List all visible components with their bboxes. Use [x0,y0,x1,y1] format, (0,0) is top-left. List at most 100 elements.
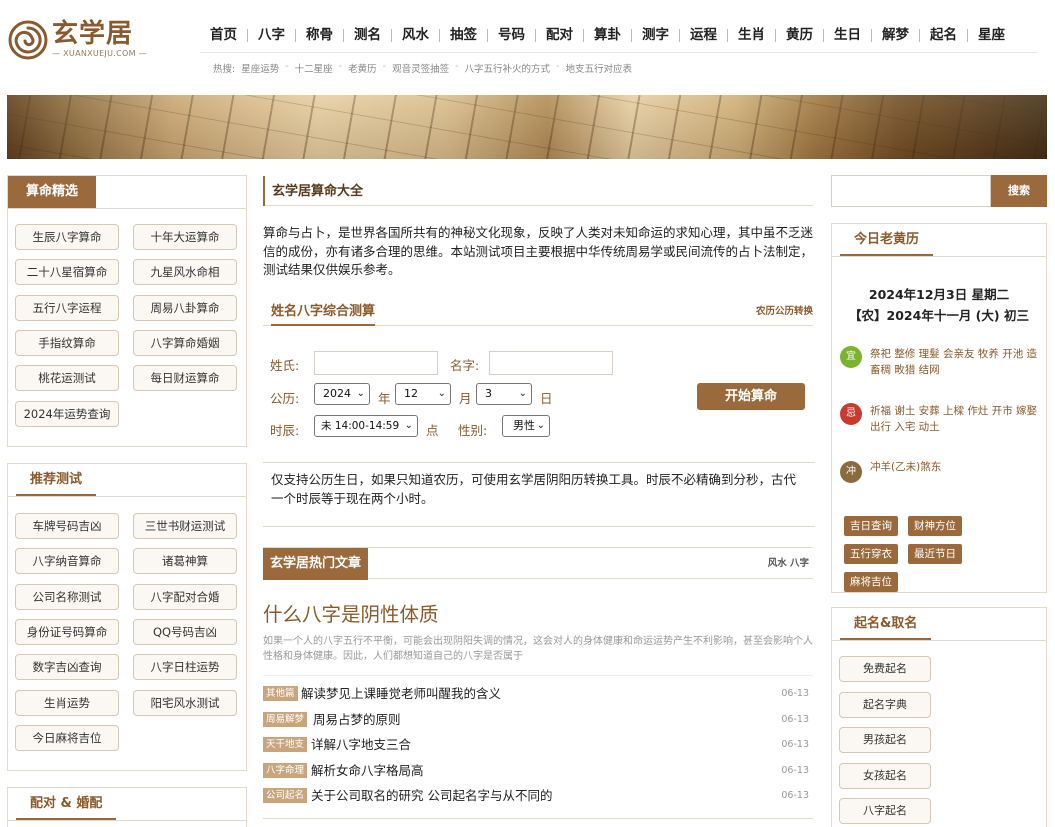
fortune-tool-button[interactable]: 今日麻将吉位 [15,724,119,751]
fortune-tool-button[interactable]: 八字纳音算命 [15,548,119,575]
matching-panel: 配对 & 婚配 [7,787,247,827]
chevron-down-icon: ⌄ [356,388,365,399]
hot-search-link[interactable]: 十二星座 [295,61,333,75]
given-name-input[interactable] [489,351,613,375]
almanac-tool-tag[interactable]: 麻将吉位 [844,572,898,592]
article-category-tag[interactable]: 周易解梦 [263,711,308,727]
fortune-tool-button[interactable]: 2024年运势查询 [15,400,119,427]
nav-item[interactable]: 星座 [968,20,1015,50]
fortune-tool-button[interactable]: 桃花运测试 [15,365,119,392]
fortune-tool-button[interactable]: 十年大运算命 [133,224,237,250]
nav-item[interactable]: 风水 [392,20,439,50]
naming-title: 起名&取名 [840,608,932,640]
nav-item[interactable]: 算卦 [584,20,631,50]
fortune-tool-button[interactable]: 三世书财运测试 [133,513,237,539]
article-category-tag[interactable]: 其他篇 [263,686,298,701]
fortune-overview-header: 玄学居算命大全 [263,176,813,206]
article-list-item[interactable]: 天干地支 详解八字地支三合 06-13 [263,735,813,755]
nav-divider [200,52,1038,53]
fortune-tool-button[interactable]: 车牌号码吉凶 [15,513,119,539]
article-category-tag[interactable]: 八字命理 [263,762,308,778]
naming-tool-button[interactable]: 女孩起名 [839,762,931,789]
day-unit: 日 [540,391,553,406]
nav-item[interactable]: 测字 [632,20,679,50]
nav-item[interactable]: 首页 [200,20,247,50]
month-select[interactable]: 12 ⌄ [395,383,451,405]
year-select[interactable]: 2024 ⌄ [314,383,370,405]
nav-item[interactable]: 称骨 [296,20,343,50]
almanac-yi-text: 祭祀 整修 理髮 会亲友 牧养 开池 造畜稠 畋猎 结网 [870,348,1038,376]
nav-item[interactable]: 生日 [824,20,871,50]
article-title[interactable]: 解析女命八字格局高 [311,761,424,781]
nav-item[interactable]: 号码 [488,20,535,50]
article-category-tag[interactable]: 天干地支 [263,737,308,752]
nav-item[interactable]: 运程 [680,20,727,50]
nav-item[interactable]: 配对 [536,20,583,50]
hot-search-link[interactable]: 地支五行对应表 [565,61,632,75]
hot-search-link[interactable]: 观音灵签抽签 [392,61,449,75]
fortune-tool-button[interactable]: 生肖运势 [15,689,119,716]
fortune-tool-button[interactable]: 二十八星宿算命 [15,259,119,286]
article-title[interactable]: 关于公司取名的研究 公司起名字与从不同的 [311,786,552,806]
article-title[interactable]: 周易占梦的原则 [313,710,401,730]
naming-tool-button[interactable]: 八字起名 [839,798,931,824]
fortune-tool-button[interactable]: 生辰八字算命 [15,224,119,250]
start-fortune-button[interactable]: 开始算命 [697,383,805,410]
fortune-tool-button[interactable]: 八字日柱运势 [133,654,237,681]
nav-item[interactable]: 起名 [920,20,967,50]
naming-tool-button[interactable]: 免费起名 [839,656,931,682]
hot-separator: - [455,61,459,72]
hot-articles-links[interactable]: 风水 八字 [768,548,809,580]
fortune-tool-button[interactable]: 八字算命婚姻 [133,329,237,356]
calendar-convert-link[interactable]: 农历公历转换 [756,298,813,326]
fortune-tool-button[interactable]: 八字配对合婚 [133,583,237,610]
nav-item[interactable]: 抽签 [440,20,487,50]
hot-articles-header: 玄学居热门文章 风水 八字 [263,547,813,580]
fortune-tool-button[interactable]: 身份证号码算命 [15,618,119,645]
chevron-down-icon: ⌄ [437,388,446,399]
nav-item[interactable]: 测名 [344,20,391,50]
article-list-item[interactable]: 其他篇 解读梦见上课睡觉老师叫醒我的含义 06-13 [263,684,813,704]
article-title[interactable]: 详解八字地支三合 [311,735,411,755]
hot-search-link[interactable]: 八字五行补火的方式 [465,61,551,75]
hot-search-link[interactable]: 老黄历 [348,61,377,75]
fortune-tool-button[interactable]: 诸葛神算 [133,548,237,575]
year-unit: 年 [378,391,391,406]
nav-item[interactable]: 黄历 [776,20,823,50]
hour-select[interactable]: 未 14:00-14:59 ⌄ [314,415,418,437]
naming-tool-button[interactable]: 起名字典 [839,691,931,718]
article-list-item[interactable]: 周易解梦 周易占梦的原则 06-13 [263,710,813,730]
surname-input[interactable] [314,351,438,375]
fortune-tool-button[interactable]: 五行八字运程 [15,294,119,321]
featured-article-title[interactable]: 什么八字是阴性体质 [263,598,439,627]
article-date: 06-13 [781,764,809,776]
article-category-tag[interactable]: 公司起名 [263,788,308,803]
site-logo[interactable]: 玄学居 — XUANXUEJU.COM — [8,18,158,62]
search-button[interactable]: 搜索 [991,175,1047,207]
article-list-item[interactable]: 公司起名 关于公司取名的研究 公司起名字与从不同的 06-13 [263,786,813,806]
almanac-tool-tag[interactable]: 吉日查询 [844,516,898,536]
fortune-selection-panel: 算命精选 生辰八字算命 十年大运算命 二十八星宿算命 九星风水命相 五行八字运程 周易八卦… [7,175,247,447]
fortune-tool-button[interactable]: 每日财运算命 [133,365,237,392]
fortune-tool-button[interactable]: 阳宅风水测试 [133,689,237,716]
article-list-item[interactable]: 八字命理 解析女命八字格局高 06-13 [263,761,813,781]
fortune-tool-button[interactable]: 九星风水命相 [133,259,237,286]
almanac-tool-tag[interactable]: 最近节日 [908,544,962,564]
nav-item[interactable]: 解梦 [872,20,919,50]
gender-select[interactable]: 男性 ⌄ [502,415,550,437]
article-title[interactable]: 解读梦见上课睡觉老师叫醒我的含义 [301,684,501,704]
almanac-tool-tag[interactable]: 财神方位 [908,516,962,536]
nav-item[interactable]: 生肖 [728,20,775,50]
fortune-tool-button[interactable]: QQ号码吉凶 [133,618,237,645]
article-date: 06-13 [781,688,809,699]
almanac-tool-tag[interactable]: 五行穿衣 [844,544,898,564]
naming-tool-button[interactable]: 男孩起名 [839,727,931,753]
nav-item[interactable]: 八字 [248,20,295,50]
fortune-tool-button[interactable]: 公司名称测试 [15,583,119,610]
hot-search-link[interactable]: 星座运势 [241,61,279,75]
fortune-tool-button[interactable]: 手指纹算命 [15,329,119,356]
search-input[interactable] [831,175,991,207]
fortune-tool-button[interactable]: 数字吉凶查询 [15,654,119,681]
fortune-tool-button[interactable]: 周易八卦算命 [133,294,237,321]
day-select[interactable]: 3 ⌄ [476,383,532,405]
